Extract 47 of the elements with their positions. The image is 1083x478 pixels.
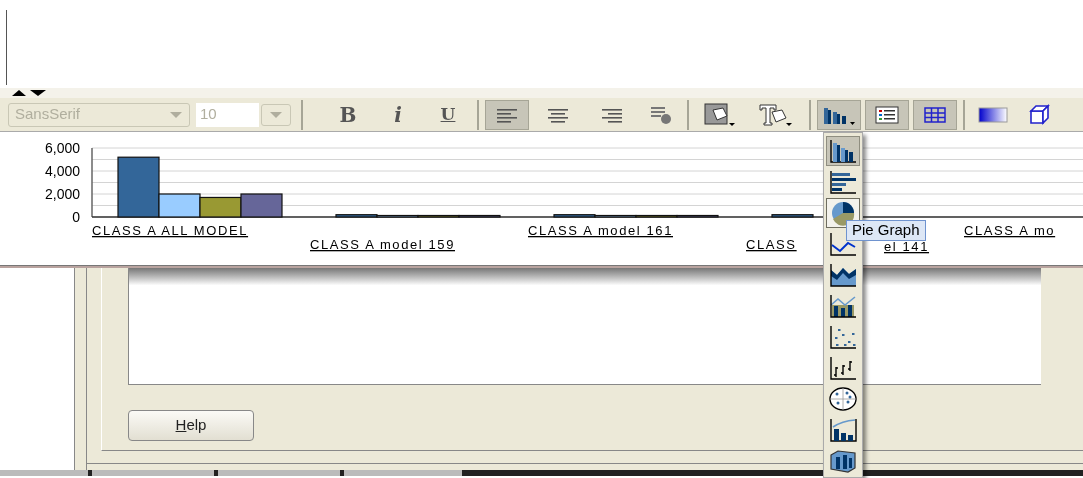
help-button[interactable]: Help	[128, 410, 254, 441]
axis-label: 4,000	[44, 163, 80, 179]
bar	[199, 196, 242, 218]
align-center-icon	[546, 106, 570, 123]
graph-type-button[interactable]	[817, 99, 861, 130]
bar	[240, 193, 283, 218]
bar	[771, 214, 814, 218]
graph-type-menu-item[interactable]	[826, 136, 860, 166]
format-icon	[649, 104, 673, 125]
text-area[interactable]	[128, 268, 1041, 385]
category-label: CLASS A model 161	[528, 223, 673, 238]
gridlines-button[interactable]	[913, 99, 957, 130]
legend-button[interactable]	[865, 99, 909, 130]
scatter-chart-icon	[828, 324, 858, 350]
caret-icon	[269, 110, 283, 119]
bold-button[interactable]: B	[325, 99, 371, 130]
grid-icon	[923, 105, 947, 124]
three-d-bar-chart-icon	[828, 448, 858, 474]
category-label: CLASS	[746, 237, 797, 252]
align-right-icon	[600, 106, 624, 123]
polar-chart-icon	[828, 386, 858, 412]
caret-icon	[169, 110, 183, 119]
category-label: el 141	[884, 239, 930, 254]
align-left-icon	[495, 106, 519, 123]
cube-icon	[1028, 103, 1050, 126]
bar-and-line-chart-icon	[828, 293, 858, 319]
axis-label: 0	[72, 209, 80, 225]
stock-chart-icon	[828, 355, 858, 381]
y-axis	[91, 147, 93, 218]
bar-chart-icon	[828, 138, 858, 164]
category-label: CLASS A ALL MODEL	[92, 223, 249, 238]
category-label: CLASS A mo	[964, 223, 1056, 238]
paint-bucket-icon	[703, 101, 737, 128]
underline-button[interactable]: U	[425, 99, 471, 130]
align-left-button[interactable]	[485, 99, 529, 130]
italic-button[interactable]: i	[375, 99, 421, 130]
horizontal-bar-chart-icon	[828, 169, 858, 195]
tooltip: Pie Graph	[846, 220, 926, 241]
axis-label: 6,000	[44, 140, 80, 156]
gradient-icon	[978, 105, 1008, 124]
area-chart-icon	[828, 262, 858, 288]
category-label: CLASS A model 159	[310, 237, 455, 252]
pareto-chart-icon	[828, 417, 858, 443]
axis-label: 2,000	[44, 186, 80, 202]
font-color-icon	[758, 101, 794, 128]
graph-type-menu-item[interactable]	[826, 384, 860, 414]
legend-icon	[875, 105, 899, 124]
